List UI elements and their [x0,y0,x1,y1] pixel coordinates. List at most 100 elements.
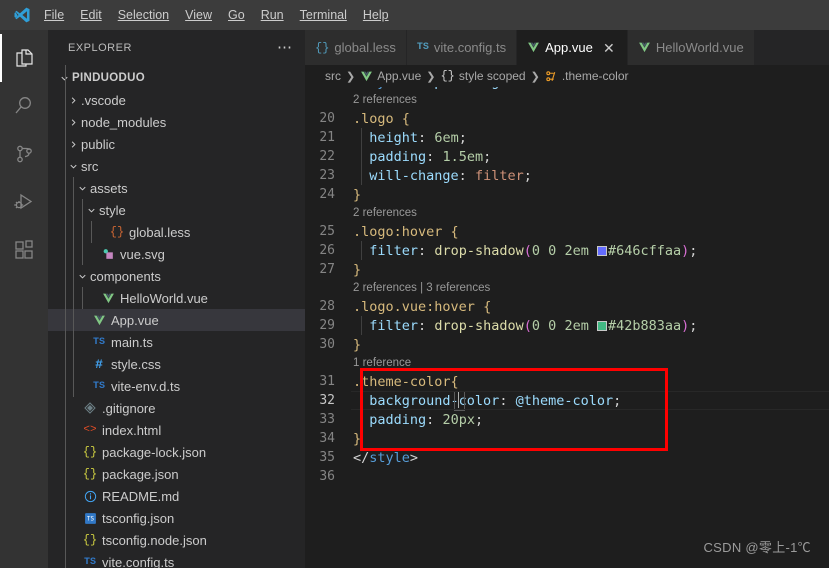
tree-item[interactable]: vue.svg [48,243,305,265]
codelens-references[interactable]: 1 reference [305,354,829,372]
explorer-files-icon[interactable] [0,34,48,82]
tree-item[interactable]: node_modules [48,111,305,133]
code-indent-guide [361,128,362,185]
breadcrumb-item[interactable]: src [325,69,341,83]
watermark-text: CSDN @零上-1℃ [703,540,811,555]
chevron-right-icon [65,117,81,128]
tree-item-label: README.md [102,488,180,504]
editor-tab[interactable]: {} global.less [305,30,407,65]
tree-item-label: style.css [111,356,161,372]
tree-item[interactable]: <> index.html [48,419,305,441]
menu-run-label: Run [260,8,284,22]
tree-item[interactable]: {} package.json [48,463,305,485]
tree-item[interactable]: README.md [48,485,305,507]
code-editor[interactable]: 19<style scoped lang="less"> 2 references… [305,87,829,568]
code-line-text: .logo { [353,110,410,127]
extensions-icon[interactable] [0,226,48,274]
menu-file[interactable]: File [36,4,72,26]
tree-item-label: src [81,158,99,174]
typescript-icon: TS [83,556,96,568]
css-ruleset-icon [545,70,558,83]
indent-guide-src [73,177,74,397]
tree-item-selected[interactable]: App.vue [48,309,305,331]
tree-item-label: assets [90,180,128,196]
menu-edit[interactable]: Edit [72,4,110,26]
code-line-text: padding: 1.5em; [369,148,492,165]
tree-item[interactable]: TS main.ts [48,331,305,353]
tree-item[interactable]: .vscode [48,89,305,111]
editor-tab-label: HelloWorld.vue [655,40,744,55]
chevron-down-icon [83,205,99,216]
vscode-window: File Edit Selection View Go Run Terminal… [0,0,829,568]
tree-item[interactable]: src [48,155,305,177]
html-icon: <> [83,424,97,436]
line-number: 22 [319,149,335,164]
tree-item-label: package-lock.json [102,444,207,460]
line-number: 27 [319,262,335,277]
tree-item[interactable]: # style.css [48,353,305,375]
code-line: 20 .logo { [305,109,829,128]
tree-item-label: tsconfig.json [102,510,175,526]
tree-item[interactable]: {} package-lock.json [48,441,305,463]
editor-tab[interactable]: TS vite.config.ts [406,30,518,65]
menu-view[interactable]: View [177,4,220,26]
codelens-references[interactable]: 2 references | 3 references [305,279,829,297]
tree-item-label: .gitignore [102,400,156,416]
search-icon[interactable] [0,82,48,130]
tree-item-label: vue.svg [120,246,165,262]
tree-item[interactable]: TS vite-env.d.ts [48,375,305,397]
tsconfig-icon: TS [81,512,99,525]
vue-icon [360,70,373,83]
explorer-sidebar: EXPLORER ⋯ PINDUODUO .vscode node_modulesp… [48,30,305,568]
source-control-icon[interactable] [0,130,48,178]
menu-help-label: Help [362,8,389,22]
ellipsis-icon[interactable]: ⋯ [273,40,297,55]
code-line-text: } [353,336,362,353]
line-number: 24 [319,187,335,202]
menu-go[interactable]: Go [220,4,253,26]
tree-item-label: vite-env.d.ts [111,378,181,394]
menu-selection[interactable]: Selection [110,4,177,26]
breadcrumb-separator-icon: ❯ [530,70,540,83]
tree-item[interactable]: PINDUODUO [48,67,305,89]
tree-item[interactable]: {} global.less [48,221,305,243]
chevron-right-icon [65,95,81,106]
tree-item[interactable]: TS vite.config.ts [48,551,305,568]
git-icon [81,402,99,414]
tree-item[interactable]: {} tsconfig.node.json [48,529,305,551]
codelens-references[interactable]: 2 references [305,204,829,222]
breadcrumb-label: .theme-color [561,69,629,83]
code-line: 34} [305,429,829,448]
close-icon[interactable]: ✕ [601,41,617,55]
tree-item[interactable]: public [48,133,305,155]
editor-tab[interactable]: App.vue ✕ [517,30,628,65]
code-line: 33 padding: 20px; [305,410,829,429]
tree-item-label: public [81,136,115,152]
menu-terminal[interactable]: Terminal [292,4,355,26]
editor-tab[interactable]: HelloWorld.vue [627,30,755,65]
run-and-debug-icon[interactable] [0,178,48,226]
tree-item[interactable]: style [48,199,305,221]
file-tree: PINDUODUO .vscode node_modulespublic src ass… [48,65,305,568]
line-number: 25 [319,224,335,239]
menu-view-label: View [185,8,213,22]
tree-item[interactable]: TS tsconfig.json [48,507,305,529]
tree-item[interactable]: HelloWorld.vue [48,287,305,309]
code-line-text: will-change: filter; [369,167,532,184]
code-line-text: .theme-color{ [353,373,459,390]
breadcrumb-item[interactable]: {} style scoped [440,69,525,83]
line-number: 19 [305,87,351,89]
menu-run[interactable]: Run [253,4,292,26]
codelens-references[interactable]: 2 references [305,91,829,109]
info-icon [81,490,99,503]
explorer-title: EXPLORER [68,41,132,54]
tree-item[interactable]: components [48,265,305,287]
chevron-down-icon [56,73,72,84]
breadcrumb-item[interactable]: App.vue [360,69,421,83]
tree-item[interactable]: assets [48,177,305,199]
menu-help[interactable]: Help [355,4,397,26]
editor-group: {} global.less TS vite.config.ts App.vue ✕ Hel… [305,30,829,568]
breadcrumb-item[interactable]: .theme-color [545,69,629,83]
tree-item[interactable]: .gitignore [48,397,305,419]
codelens-label: 1 reference [353,357,412,369]
